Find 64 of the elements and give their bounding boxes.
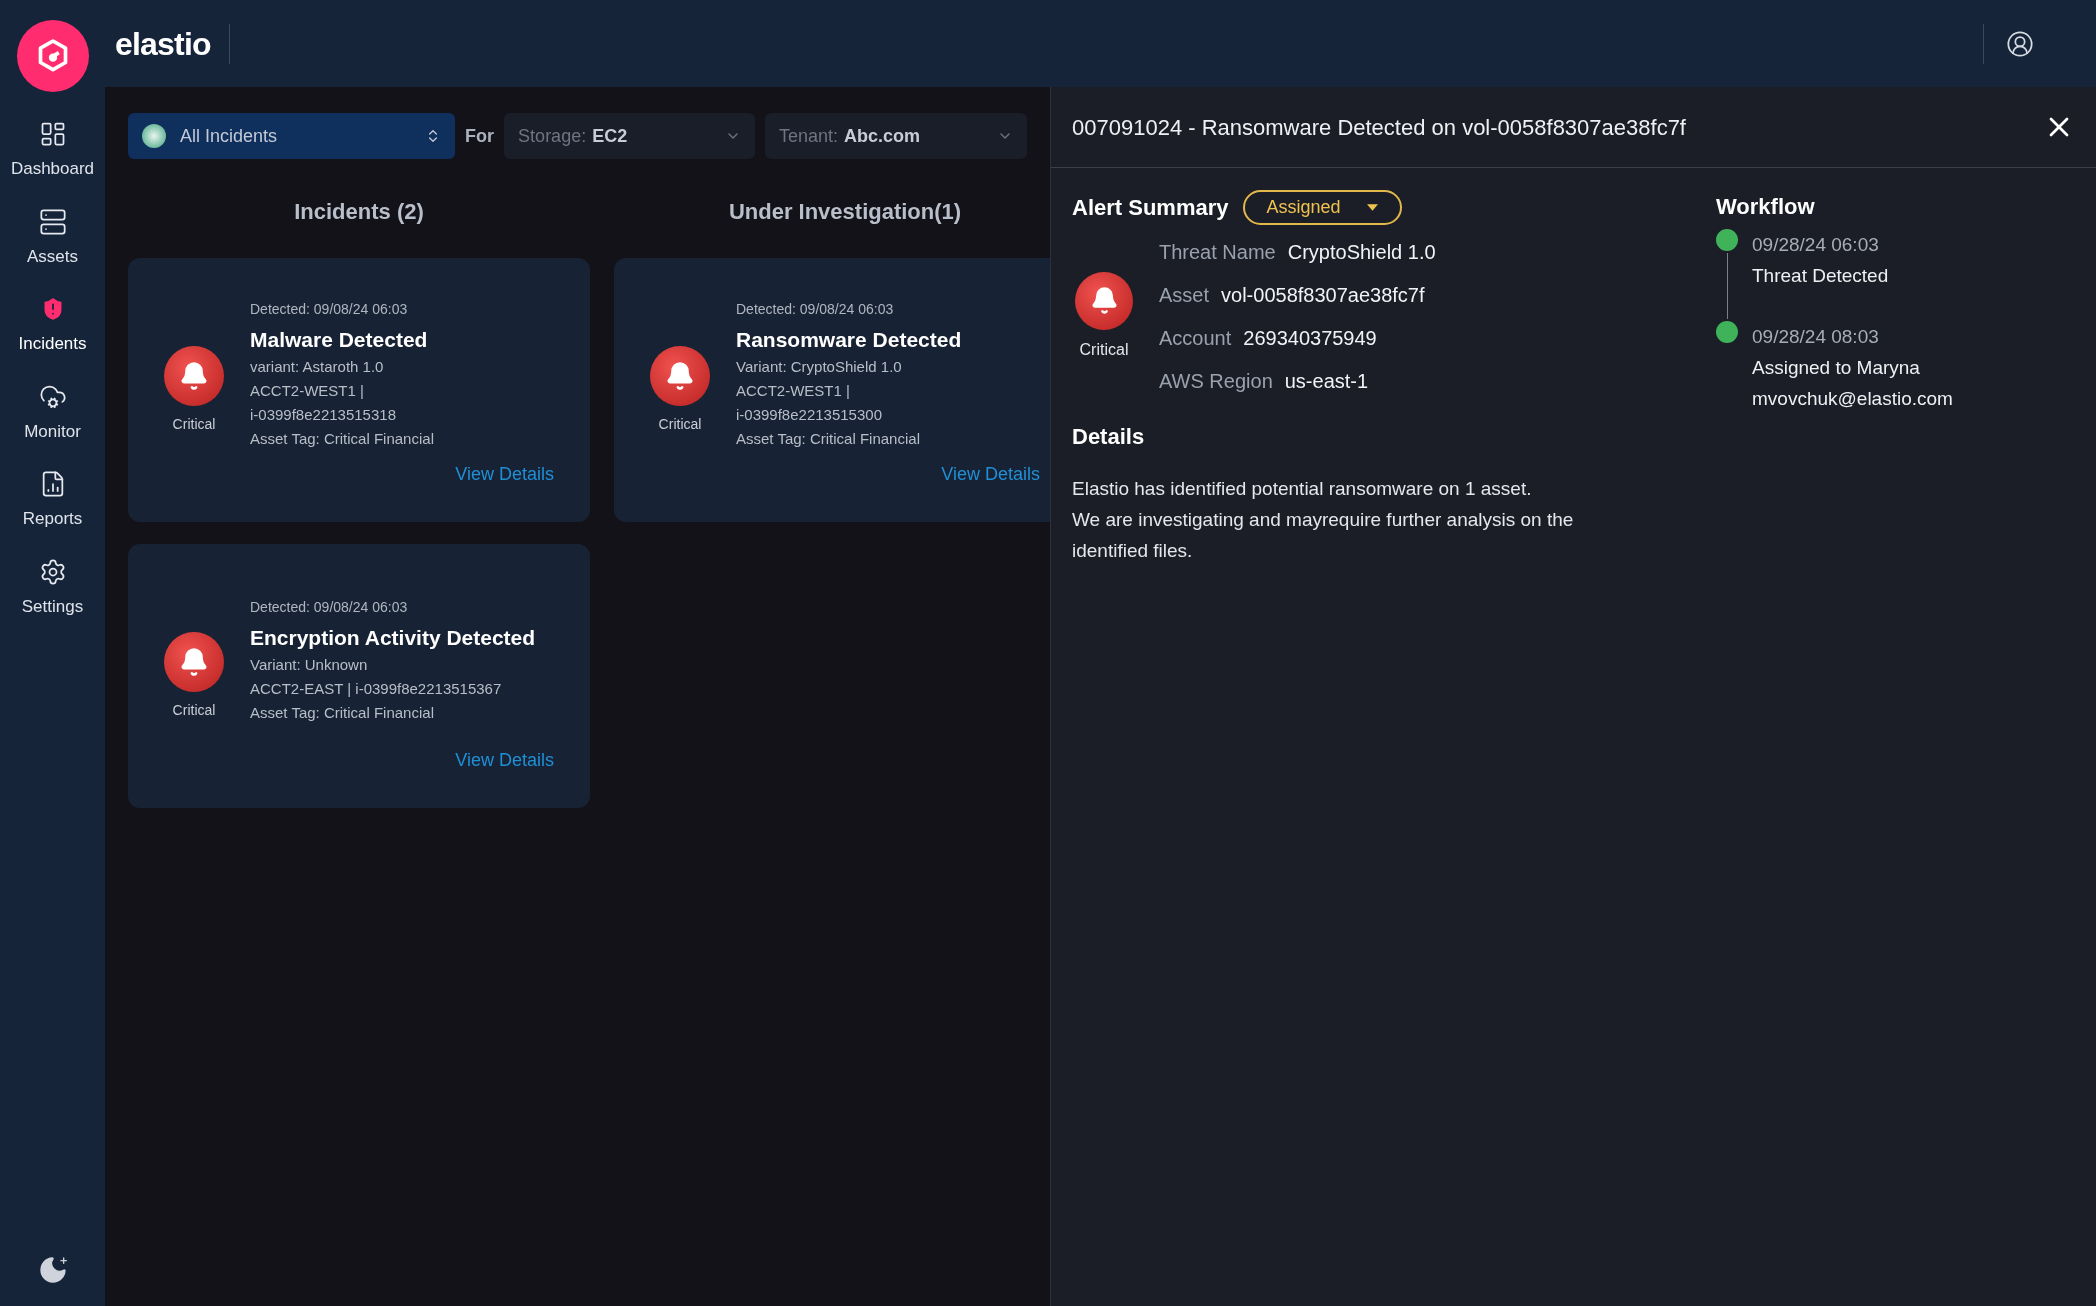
storage-select[interactable]: Storage: EC2 [504,113,755,159]
incident-card[interactable]: Critical Detected: 09/08/24 06:03 Ransomware Detected Variant: CryptoShield 1.0 ACCT2-WEST1 | i-0399f8e2213515300 Asset Tag: Critical Financial View Details [614,258,1050,522]
workflow-heading: Workflow [1716,193,1816,221]
incident-title: Malware Detected [250,326,429,353]
severity-label: Critical [172,414,216,434]
column-heading: Under Investigation(1) [727,198,963,226]
nav-item[interactable]: Reports [4,470,101,532]
incident-detail: Asset Tag: Critical Financial [736,429,921,450]
nav-item[interactable]: Assets [4,207,101,269]
severity-label: Critical [172,700,216,720]
details-text: We are investigating and mayrequire further analysis on the identified files. [1072,508,1575,563]
view-details-link[interactable]: View Details [455,461,554,488]
server-icon [38,207,67,236]
incident-detail: i-0399f8e2213515300 [736,405,883,426]
event-time: 09/28/24 08:03 [1752,325,1880,349]
field-value: 269340375949 [1243,326,1377,351]
severity-label: Critical [658,414,702,434]
incident-detail: ACCT2-WEST1 | [250,381,365,402]
for-label: For [465,124,495,148]
event-time: 09/28/24 06:03 [1752,233,1880,257]
incident-card[interactable]: Critical Detected: 09/08/24 06:03 Encryption Activity Detected Variant: Unknown ACCT2-EAST | i-0399f8e2213515367 Asset Tag: Critical Financial View Details [128,544,590,808]
column-heading: Incidents (2) [293,198,425,226]
field-value: CryptoShield 1.0 [1287,240,1436,265]
nav-item[interactable]: Settings [4,557,101,619]
user-icon[interactable] [2006,29,2034,58]
caret-icon [1366,204,1378,211]
status-dropdown[interactable]: Assigned [1242,190,1402,225]
incident-detail: ACCT2-EAST | i-0399f8e2213515367 [250,679,503,700]
severity-label: Critical [1079,339,1129,360]
brand-name: elastio [115,24,211,64]
details-text: Elastio has identified potential ransomware on 1 asset. [1072,477,1533,501]
incident-title: Encryption Activity Detected [250,624,536,651]
incident-detail: Variant: CryptoShield 1.0 [736,357,903,378]
view-details-link[interactable]: View Details [455,747,554,774]
incident-detail: ACCT2-WEST1 | [736,381,851,402]
event-text: mvovchuk@elastio.com [1752,387,1953,411]
field-label: Asset [1159,283,1210,308]
field-value: vol-0058f8307ae38fc7f [1221,283,1425,308]
nav-item[interactable]: Dashboard [4,120,101,182]
incident-detail: Variant: Unknown [250,655,369,676]
field-label: Account [1159,326,1232,351]
incident-card[interactable]: Critical Detected: 09/08/24 06:03 Malware Detected variant: Astaroth 1.0 ACCT2-WEST1 | i-0399f8e2213515318 Asset Tag: Critical Financial View Details [128,258,590,522]
field-value: us-east-1 [1284,369,1369,394]
incident-detail: i-0399f8e2213515318 [250,405,397,426]
nav-item[interactable]: Incidents [4,295,101,357]
panel-title: 007091024 - Ransomware Detected on vol-0058f8307ae38fc7f [1072,113,1686,142]
scope-select[interactable]: All Incidents [128,113,456,159]
alarm-bell-icon [1075,271,1133,330]
view-details-link[interactable]: View Details [941,461,1040,488]
alert-summary-heading: Alert Summary [1072,194,1229,222]
tenant-select[interactable]: Tenant: Abc.com [765,113,1027,159]
incident-detail: Asset Tag: Critical Financial [250,703,435,724]
field-label: AWS Region [1159,369,1273,394]
nav-item[interactable]: Monitor [4,382,101,444]
incident-title: Ransomware Detected [736,326,962,353]
detected-date: Detected: 09/08/24 06:03 [736,299,895,319]
detected-date: Detected: 09/08/24 06:03 [250,597,409,617]
event-text: Assigned to Maryna [1752,356,1921,380]
event-text: Threat Detected [1752,264,1889,288]
details-heading: Details [1072,423,1146,451]
detected-date: Detected: 09/08/24 06:03 [250,299,409,319]
incident-detail: Asset Tag: Critical Financial [250,429,434,450]
field-label: Threat Name [1159,240,1276,265]
incident-detail: variant: Astaroth 1.0 [250,357,385,378]
